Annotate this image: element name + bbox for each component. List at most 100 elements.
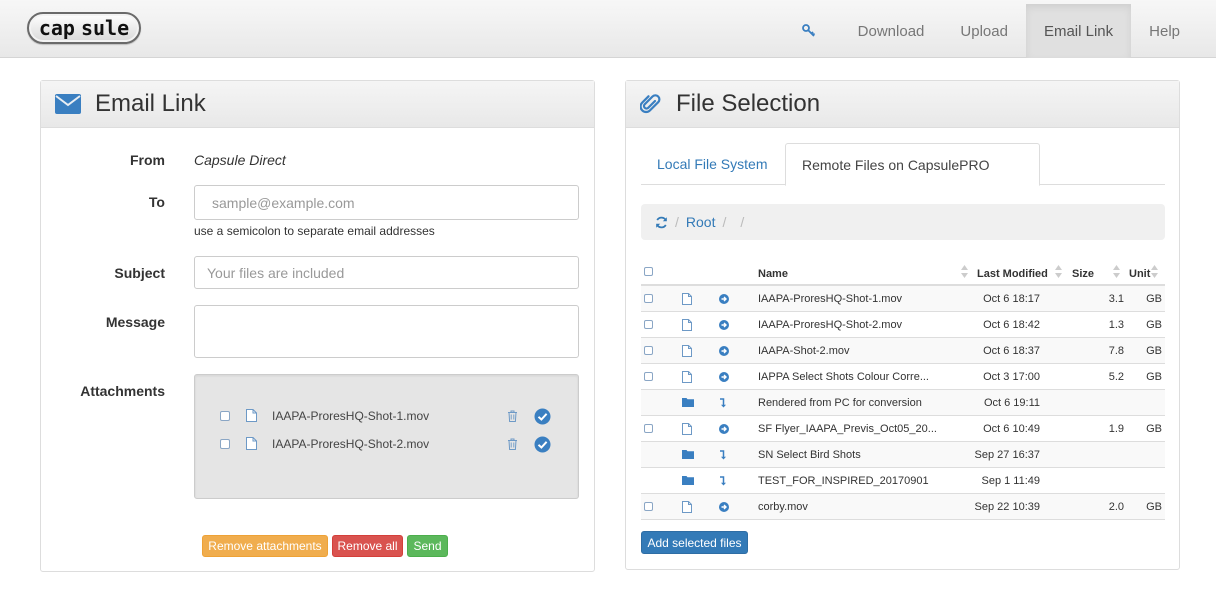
nav-upload[interactable]: Upload — [942, 4, 1026, 58]
row-action-icon[interactable] — [719, 398, 727, 411]
level-down-icon[interactable] — [719, 398, 727, 408]
file-row[interactable]: IAPPA Select Shots Colour Corre... Oct 3 … — [641, 364, 1165, 390]
tab-remote-files[interactable]: Remote Files on CapsulePRO — [785, 143, 1040, 186]
sort-icon[interactable] — [1055, 265, 1062, 278]
row-action-icon[interactable] — [719, 346, 729, 359]
level-down-icon[interactable] — [719, 476, 727, 486]
send-button[interactable]: Send — [407, 535, 448, 557]
attachment-item: IAAPA-ProresHQ-Shot-1.mov — [195, 407, 580, 427]
row-checkbox[interactable] — [644, 294, 653, 303]
column-unit[interactable]: Unit — [1129, 268, 1150, 280]
to-input[interactable] — [194, 185, 579, 220]
row-action-icon[interactable] — [719, 424, 729, 437]
row-last-modified: Oct 6 18:17 — [983, 293, 1040, 305]
row-action-icon[interactable] — [719, 372, 729, 385]
row-type-icon — [682, 397, 694, 410]
nav-key-button[interactable] — [782, 4, 840, 58]
row-action-icon[interactable] — [719, 502, 729, 515]
trash-icon[interactable] — [507, 410, 518, 422]
tab-local-file-system[interactable]: Local File System — [657, 143, 767, 185]
arrow-circle-right-icon[interactable] — [719, 320, 729, 330]
arrow-circle-right-icon[interactable] — [719, 502, 729, 512]
file-row[interactable]: corby.mov Sep 22 10:39 2.0 GB — [641, 494, 1165, 520]
row-checkbox[interactable] — [644, 372, 653, 381]
file-row[interactable]: IAAPA-Shot-2.mov Oct 6 18:37 7.8 GB — [641, 338, 1165, 364]
file-row[interactable]: SF Flyer_IAAPA_Previs_Oct05_20... Oct 6 1… — [641, 416, 1165, 442]
trash-icon[interactable] — [507, 438, 518, 450]
row-last-modified: Oct 6 19:11 — [983, 397, 1040, 409]
column-name[interactable]: Name — [758, 268, 788, 280]
level-down-icon[interactable] — [719, 450, 727, 460]
row-type-icon — [682, 371, 692, 386]
breadcrumb-root[interactable]: Root — [686, 214, 716, 230]
file-icon — [682, 371, 692, 383]
row-name: IAAPA-Shot-2.mov — [758, 345, 850, 357]
row-type-icon — [682, 449, 694, 462]
row-checkbox[interactable] — [644, 346, 653, 355]
capsule-logo[interactable]: cap sule — [27, 12, 141, 44]
arrow-circle-right-icon[interactable] — [719, 372, 729, 382]
nav-help[interactable]: Help — [1131, 4, 1216, 58]
arrow-circle-right-icon[interactable] — [719, 424, 729, 434]
attachments-label: Attachments — [80, 383, 165, 399]
row-name: TEST_FOR_INSPIRED_20170901 — [758, 475, 929, 487]
column-size[interactable]: Size — [1072, 268, 1094, 280]
row-checkbox[interactable] — [644, 424, 653, 433]
row-size: 7.8 — [1108, 345, 1124, 357]
from-label: From — [130, 152, 165, 168]
file-row[interactable]: IAAPA-ProresHQ-Shot-2.mov Oct 6 18:42 1.3 G… — [641, 312, 1165, 338]
row-action-icon[interactable] — [719, 450, 727, 463]
sort-icon[interactable] — [1113, 265, 1120, 278]
attachment-checkbox[interactable] — [220, 439, 230, 449]
arrow-circle-right-icon[interactable] — [719, 294, 729, 304]
nav-download[interactable]: Download — [840, 4, 943, 58]
row-action-icon[interactable] — [719, 294, 729, 307]
attachment-checkbox[interactable] — [220, 411, 230, 421]
email-link-panel: Email Link From Capsule Direct To use a … — [40, 80, 595, 572]
check-circle-icon[interactable] — [534, 408, 551, 425]
remove-attachments-button[interactable]: Remove attachments — [202, 535, 328, 557]
folder-icon — [682, 398, 694, 407]
row-name: SF Flyer_IAAPA_Previs_Oct05_20... — [758, 423, 937, 435]
column-last-modified[interactable]: Last Modified — [977, 268, 1048, 280]
message-label: Message — [105, 314, 165, 330]
refresh-icon[interactable] — [655, 216, 668, 229]
attachments-list: IAAPA-ProresHQ-Shot-1.mov IAAPA-ProresHQ… — [194, 374, 579, 499]
folder-row[interactable]: Rendered from PC for conversion Oct 6 19:… — [641, 390, 1165, 416]
row-name: corby.mov — [758, 501, 808, 513]
attachment-item: IAAPA-ProresHQ-Shot-2.mov — [195, 435, 580, 455]
file-icon — [682, 319, 692, 331]
row-checkbox[interactable] — [644, 320, 653, 329]
select-all-checkbox[interactable] — [644, 267, 653, 276]
row-last-modified: Sep 1 11:49 — [981, 475, 1040, 487]
row-action-icon[interactable] — [719, 476, 727, 489]
row-action-icon[interactable] — [719, 320, 729, 333]
sort-icon[interactable] — [961, 265, 968, 278]
row-last-modified: Sep 27 16:37 — [974, 449, 1040, 461]
file-icon — [682, 501, 692, 513]
row-unit: GB — [1146, 501, 1162, 513]
row-name: Rendered from PC for conversion — [758, 397, 922, 409]
check-circle-icon[interactable] — [534, 436, 551, 453]
message-textarea[interactable] — [194, 305, 579, 358]
row-name: SN Select Bird Shots — [758, 449, 861, 461]
row-size: 5.2 — [1108, 371, 1124, 383]
row-type-icon — [682, 423, 692, 438]
folder-icon — [682, 476, 694, 485]
add-selected-files-button[interactable]: Add selected files — [641, 531, 748, 554]
sort-icon[interactable] — [1151, 265, 1158, 278]
email-panel-header: Email Link — [41, 81, 594, 128]
folder-row[interactable]: TEST_FOR_INSPIRED_20170901 Sep 1 11:49 — [641, 468, 1165, 494]
logo-text-a: cap — [38, 16, 75, 40]
file-row[interactable]: IAAPA-ProresHQ-Shot-1.mov Oct 6 18:17 3.1 G… — [641, 286, 1165, 312]
remove-all-button[interactable]: Remove all — [332, 535, 403, 557]
file-panel-title: File Selection — [676, 90, 821, 117]
arrow-circle-right-icon[interactable] — [719, 346, 729, 356]
folder-row[interactable]: SN Select Bird Shots Sep 27 16:37 — [641, 442, 1165, 468]
subject-input[interactable] — [194, 256, 579, 289]
subject-label: Subject — [114, 265, 165, 281]
row-unit: GB — [1146, 319, 1162, 331]
row-type-icon — [682, 475, 694, 488]
nav-email-link[interactable]: Email Link — [1025, 4, 1132, 58]
row-checkbox[interactable] — [644, 502, 653, 511]
